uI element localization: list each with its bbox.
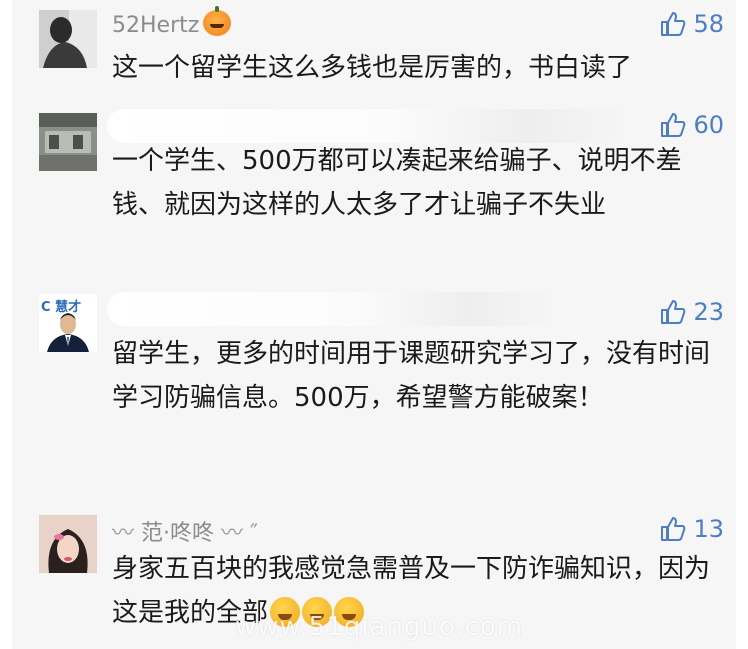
comment-item: 60 一个学生、500万都可以凑起来给骗子、说明不差钱、就因为这样的人太多了才让… (12, 105, 736, 290)
avatar[interactable] (39, 113, 97, 171)
like-button[interactable]: 23 (659, 298, 724, 326)
blurred-username (107, 292, 557, 326)
thumbs-up-icon (661, 300, 686, 324)
comment-text: 留学生，更多的时间用于课题研究学习了，没有时间学习防骗信息。500万，希望警方能… (112, 339, 711, 413)
avatar[interactable]: C 慧才 (39, 294, 97, 352)
like-count: 13 (693, 515, 724, 543)
pumpkin-emoji-icon (203, 6, 232, 36)
blurred-username (107, 109, 632, 143)
thumbs-up-icon (661, 113, 686, 137)
comment-text: 这一个留学生这么多钱也是厉害的，书白读了 (112, 53, 633, 83)
like-button[interactable]: 58 (659, 10, 724, 38)
username[interactable]: 52Hertz (112, 13, 199, 38)
thumbs-up-icon (661, 517, 686, 541)
watermark: www.51qianguo.com (235, 612, 524, 642)
avatar[interactable] (39, 10, 97, 68)
comment-item: C 慧才 23 留学生，更多的时间用于课题研究学习了，没有时间学习防骗信息。50… (12, 290, 736, 495)
avatar[interactable] (39, 515, 97, 573)
username[interactable]: 范·咚咚 (141, 521, 214, 546)
comment-text: 一个学生、500万都可以凑起来给骗子、说明不差钱、就因为这样的人太多了才让骗子不… (112, 146, 682, 220)
comment-item: 52Hertz 58 这一个留学生这么多钱也是厉害的，书白读了 (12, 0, 736, 105)
swirl-icon: 〰 ″ (221, 521, 259, 546)
like-count: 58 (693, 10, 724, 38)
thumbs-up-icon (661, 12, 686, 36)
comment-list: 52Hertz 58 这一个留学生这么多钱也是厉害的，书白读了 60 一个学生、… (12, 0, 736, 649)
like-count: 60 (693, 111, 724, 139)
like-button[interactable]: 13 (659, 515, 724, 543)
like-button[interactable]: 60 (659, 111, 724, 139)
swirl-icon: 〰 (112, 521, 135, 546)
like-count: 23 (693, 298, 724, 326)
